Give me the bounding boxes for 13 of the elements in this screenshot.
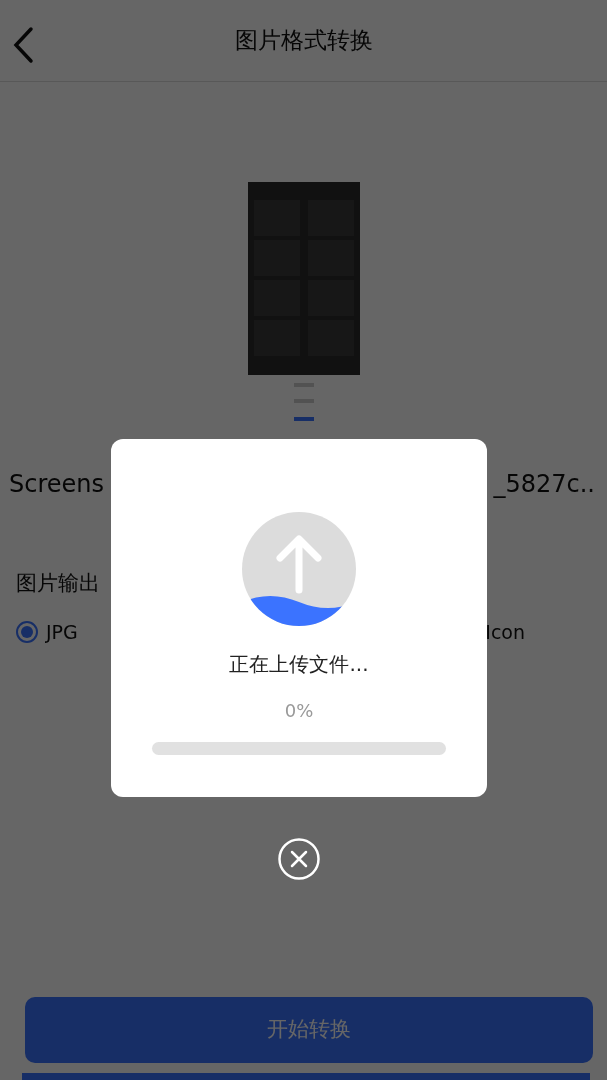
file-name: _5827c.. [493, 469, 595, 500]
upload-message: 正在上传文件... [229, 651, 369, 678]
file-name: Screens [9, 469, 104, 500]
upload-icon [242, 512, 356, 626]
close-icon[interactable] [278, 838, 320, 880]
section-label: 图片输出 [16, 570, 101, 597]
radio-button[interactable] [16, 620, 38, 643]
option-label: JPG [46, 619, 78, 645]
page-title: 图片格式转换 [234, 26, 373, 56]
option-label: Icon [485, 619, 525, 645]
progress-percent: 0% [284, 699, 314, 723]
back-icon[interactable] [12, 26, 34, 64]
start-convert-button[interactable]: 开始转换 [25, 997, 593, 1063]
